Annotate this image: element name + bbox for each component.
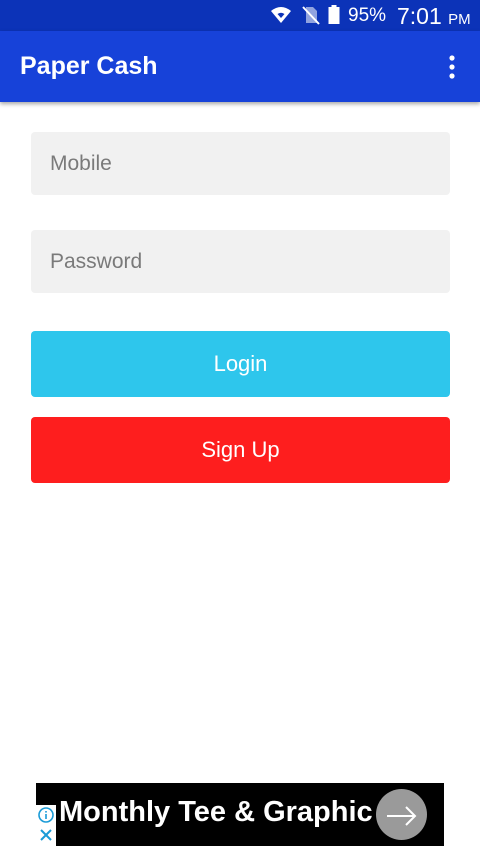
battery-icon: [328, 5, 340, 30]
login-screen: 95% 7:01 PM Paper Cash Login Sign Up: [0, 0, 480, 854]
no-sim-icon: [301, 5, 321, 30]
app-title: Paper Cash: [20, 52, 158, 80]
clock-ampm: PM: [448, 11, 471, 28]
close-icon[interactable]: [39, 828, 53, 846]
info-icon[interactable]: [38, 807, 54, 828]
arrow-right-icon: [387, 806, 417, 826]
signup-button[interactable]: Sign Up: [31, 417, 450, 483]
ad-arrow-button[interactable]: [376, 789, 427, 840]
password-input[interactable]: [31, 230, 450, 293]
battery-percentage: 95%: [348, 5, 387, 26]
login-button[interactable]: Login: [31, 331, 450, 397]
app-bar: Paper Cash: [0, 31, 480, 102]
mobile-input[interactable]: [31, 132, 450, 195]
status-clock: 7:01 PM: [397, 3, 471, 33]
clock-time: 7:01: [397, 3, 442, 29]
overflow-menu-button[interactable]: [436, 51, 468, 83]
ad-banner[interactable]: Monthly Tee & Graphic I: [36, 783, 444, 846]
more-vert-icon: [449, 55, 455, 79]
ad-text[interactable]: Monthly Tee & Graphic I: [59, 795, 389, 829]
wifi-icon: [270, 5, 292, 30]
status-bar: 95% 7:01 PM: [0, 0, 480, 31]
